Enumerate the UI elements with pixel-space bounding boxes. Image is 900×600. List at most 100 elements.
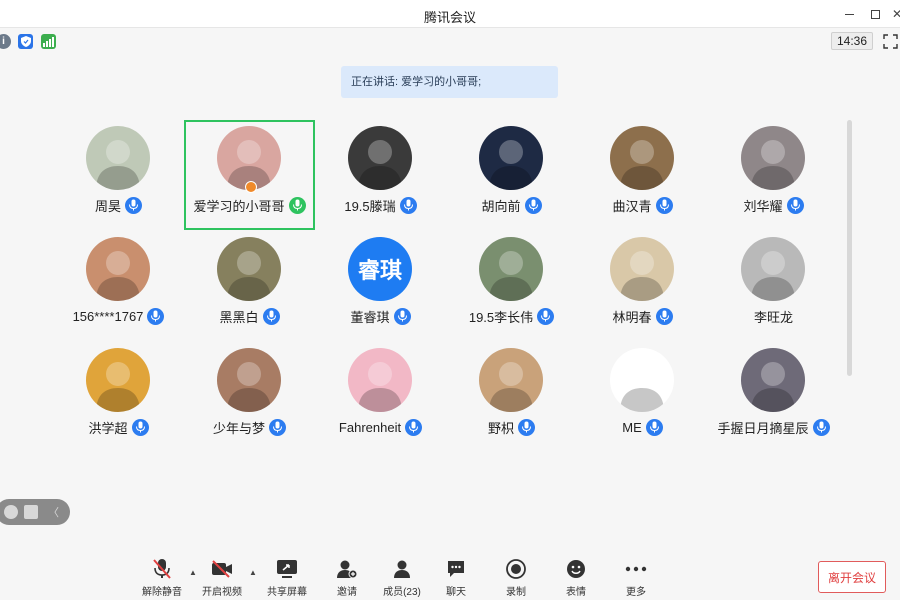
avatar	[217, 237, 281, 301]
participant-tile[interactable]: 野枳	[446, 342, 577, 452]
chat-button[interactable]: 聊天	[427, 558, 485, 598]
start-video-label: 开启视频	[202, 587, 242, 598]
avatar-image	[96, 362, 140, 412]
participant-name: 李旺龙	[753, 309, 793, 325]
participant-name: 19.5滕瑞	[344, 198, 396, 214]
mic-speaking-icon	[288, 196, 306, 214]
speaking-indicator: 正在讲话: 爱学习的小哥哥;	[341, 66, 558, 98]
mic-icon	[147, 307, 165, 325]
participant-tile[interactable]: 曲汉青	[577, 120, 708, 230]
participant-name-row: 洪学超	[53, 417, 184, 437]
scrollbar[interactable]	[847, 120, 852, 376]
chat-bubble-icon[interactable]	[24, 505, 38, 519]
meeting-timer: 14:36	[831, 32, 873, 50]
minimize-icon	[844, 13, 854, 15]
participant-tile[interactable]: 156****1767	[53, 231, 184, 341]
participant-name: ME	[622, 419, 642, 435]
mic-icon	[125, 196, 142, 214]
avatar	[217, 348, 281, 412]
avatar-image	[751, 140, 795, 190]
participant-name-row: 胡向前	[446, 195, 577, 215]
members-icon	[391, 558, 413, 580]
avatar-image	[620, 251, 664, 301]
shield-icon[interactable]	[18, 34, 33, 49]
maximize-icon	[870, 9, 880, 19]
participant-tile[interactable]: Fahrenheit	[315, 342, 446, 452]
more-label: 更多	[626, 587, 646, 598]
participant-name-row: 爱学习的小哥哥	[186, 195, 313, 215]
participant-tile[interactable]: 李旺龙	[708, 231, 839, 341]
participant-tile[interactable]: 爱学习的小哥哥	[184, 120, 315, 230]
record-label: 录制	[506, 587, 526, 598]
participant-tile[interactable]: 少年与梦	[184, 342, 315, 452]
more-icon	[625, 558, 647, 580]
participant-tile[interactable]: 刘华耀	[708, 120, 839, 230]
participant-name: 19.5李长伟	[468, 309, 534, 325]
close-button[interactable]: ✕	[888, 5, 900, 23]
participant-name-row: 黑黑白	[184, 306, 315, 326]
add-user-icon	[336, 558, 358, 580]
avatar	[479, 348, 543, 412]
participant-name-row: 少年与梦	[184, 417, 315, 437]
participant-tile[interactable]: 睿琪 董睿琪	[315, 231, 446, 341]
mic-icon	[524, 196, 542, 214]
record-button[interactable]: 录制	[487, 558, 545, 598]
participant-name-row: 野枳	[446, 417, 577, 437]
mic-icon	[269, 418, 286, 436]
participant-tile[interactable]: 19.5滕瑞	[315, 120, 446, 230]
unmute-label: 解除静音	[142, 587, 182, 598]
more-button[interactable]: 更多	[607, 558, 665, 598]
video-off-icon	[211, 558, 233, 580]
avatar-image	[620, 362, 664, 412]
info-icon[interactable]: i	[0, 34, 11, 49]
minimize-button[interactable]	[840, 5, 858, 23]
participant-name-row: 19.5滕瑞	[315, 195, 446, 215]
mic-icon	[786, 196, 804, 214]
participant-tile[interactable]: 林明春	[577, 231, 708, 341]
participant-name-row: 林明春	[577, 306, 708, 326]
participant-name: 董睿琪	[350, 309, 390, 325]
maximize-button[interactable]	[866, 5, 884, 23]
participant-tile[interactable]: 19.5李长伟	[446, 231, 577, 341]
participant-name: Fahrenheit	[338, 419, 402, 435]
emoji-button[interactable]: 表情	[547, 558, 605, 598]
avatar	[741, 237, 805, 301]
participant-tile[interactable]: 黑黑白	[184, 231, 315, 341]
participant-tile[interactable]: 手握日月摘星辰	[708, 342, 839, 452]
leave-meeting-button[interactable]: 离开会议	[818, 561, 886, 593]
avatar-image	[96, 140, 140, 190]
network-signal-icon[interactable]	[41, 34, 56, 49]
avatar-image	[227, 251, 271, 301]
mic-icon	[537, 307, 555, 325]
reaction-toolbar[interactable]: 〈	[0, 499, 70, 525]
share-screen-button[interactable]: 共享屏幕	[258, 558, 316, 598]
chat-label: 聊天	[446, 587, 466, 598]
participant-name: 少年与梦	[212, 420, 265, 436]
chat-icon	[445, 558, 467, 580]
participant-tile[interactable]: 洪学超	[53, 342, 184, 452]
participant-name-row: 曲汉青	[577, 195, 708, 215]
participant-name-row: 刘华耀	[708, 195, 839, 215]
unmute-button[interactable]: 解除静音	[133, 558, 191, 598]
record-icon	[505, 558, 527, 580]
avatar-image	[358, 362, 402, 412]
members-button[interactable]: 成员(23)	[373, 558, 431, 598]
mic-icon	[262, 307, 280, 325]
mic-icon	[399, 196, 417, 214]
collapse-arrow-icon[interactable]: 〈	[48, 504, 59, 520]
fullscreen-icon[interactable]	[883, 34, 898, 49]
avatar: 睿琪	[348, 237, 412, 301]
members-label: 成员(23)	[383, 587, 421, 598]
video-options-caret-icon[interactable]: ▲	[249, 568, 257, 577]
emoji-icon[interactable]	[4, 505, 18, 519]
mic-icon	[131, 418, 149, 436]
start-video-button[interactable]: 开启视频	[193, 558, 251, 598]
participant-tile[interactable]: 胡向前	[446, 120, 577, 230]
invite-button[interactable]: 邀请	[318, 558, 376, 598]
participant-name-row: ME	[577, 417, 708, 437]
participant-name: 胡向前	[481, 198, 521, 214]
host-badge-icon	[245, 181, 257, 193]
participant-tile[interactable]: 周昊	[53, 120, 184, 230]
participant-tile[interactable]: ME	[577, 342, 708, 452]
participant-name: 手握日月摘星辰	[717, 420, 809, 436]
